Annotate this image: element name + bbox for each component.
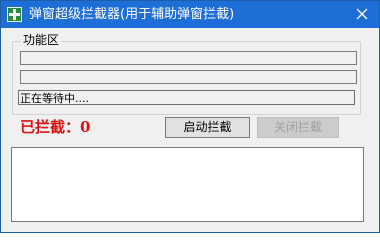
window-title: 弹窗超级拦截器(用于辅助弹窗拦截) (29, 7, 235, 22)
app-icon (7, 7, 22, 22)
close-icon (356, 8, 368, 20)
main-window: 弹窗超级拦截器(用于辅助弹窗拦截) 功能区 正在等待中.... 已拦截：0 启动… (0, 0, 380, 233)
title-bar[interactable]: 弹窗超级拦截器(用于辅助弹窗拦截) (1, 1, 379, 28)
stop-blocking-button[interactable]: 关闭拦截 (257, 117, 339, 138)
log-textarea[interactable] (11, 147, 364, 222)
function-field-1[interactable] (20, 51, 357, 65)
blocked-count-label: 已拦截：0 (20, 118, 91, 136)
start-blocking-button[interactable]: 启动拦截 (165, 117, 250, 138)
close-button[interactable] (351, 4, 373, 24)
status-text: 正在等待中.... (18, 90, 355, 105)
function-field-2[interactable] (20, 70, 357, 84)
group-label: 功能区 (21, 33, 62, 47)
